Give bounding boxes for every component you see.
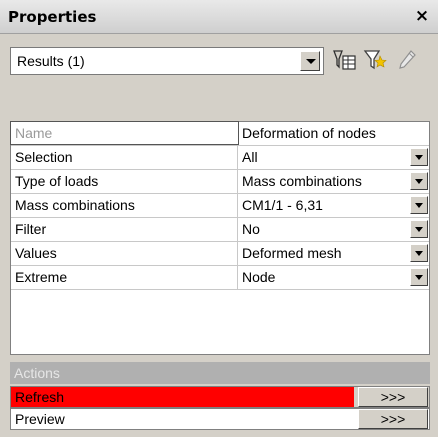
table-filter-icon[interactable] [332,47,358,73]
property-value[interactable]: Mass combinations [238,170,429,193]
property-value[interactable]: Deformed mesh [238,242,429,265]
property-label: Values [11,242,238,265]
chevron-down-icon[interactable] [410,268,428,286]
property-value[interactable]: Node [238,266,429,289]
result-type-value[interactable]: Deformation of nodes [238,122,429,145]
chevron-down-icon[interactable] [410,196,428,214]
property-row-mass-combinations[interactable]: Mass combinations CM1/1 - 6,31 [11,194,429,218]
property-grid-header: Name Deformation of nodes [10,121,429,146]
property-label: Selection [11,146,238,169]
property-row-extreme[interactable]: Extreme Node [11,266,429,290]
refresh-button[interactable]: >>> [358,387,428,407]
property-row-filter[interactable]: Filter No [11,218,429,242]
properties-panel: Properties × Results (1) Name Deformatio… [0,0,438,437]
results-dropdown[interactable]: Results (1) [10,47,324,75]
property-value[interactable]: All [238,146,429,169]
filter-icon[interactable] [362,47,388,73]
property-grid: Name Deformation of nodes Selection All … [10,121,430,355]
property-value[interactable]: No [238,218,429,241]
property-label: Filter [11,218,238,241]
action-row-refresh[interactable]: Refresh >>> [10,386,430,408]
pencil-icon[interactable] [394,47,420,73]
actions-section-header: Actions [10,362,430,384]
preview-button[interactable]: >>> [358,409,428,429]
property-value[interactable]: CM1/1 - 6,31 [238,194,429,217]
action-row-preview[interactable]: Preview >>> [10,408,430,430]
chevron-down-icon[interactable] [410,220,428,238]
refresh-action-label[interactable]: Refresh [11,387,354,407]
preview-action-label[interactable]: Preview [11,409,354,429]
property-row-type-of-loads[interactable]: Type of loads Mass combinations [11,170,429,194]
chevron-down-icon[interactable] [410,148,428,166]
results-dropdown-value: Results (1) [17,53,85,69]
property-label: Extreme [11,266,238,289]
property-label: Mass combinations [11,194,238,217]
property-label: Type of loads [11,170,238,193]
property-row-selection[interactable]: Selection All [11,146,429,170]
column-header-name: Name [10,121,239,145]
panel-title: Properties [8,8,97,26]
chevron-down-icon[interactable] [300,51,320,71]
chevron-down-icon[interactable] [410,172,428,190]
close-icon[interactable]: × [412,6,432,26]
chevron-down-icon[interactable] [410,244,428,262]
property-row-values[interactable]: Values Deformed mesh [11,242,429,266]
panel-titlebar: Properties × [0,0,438,34]
